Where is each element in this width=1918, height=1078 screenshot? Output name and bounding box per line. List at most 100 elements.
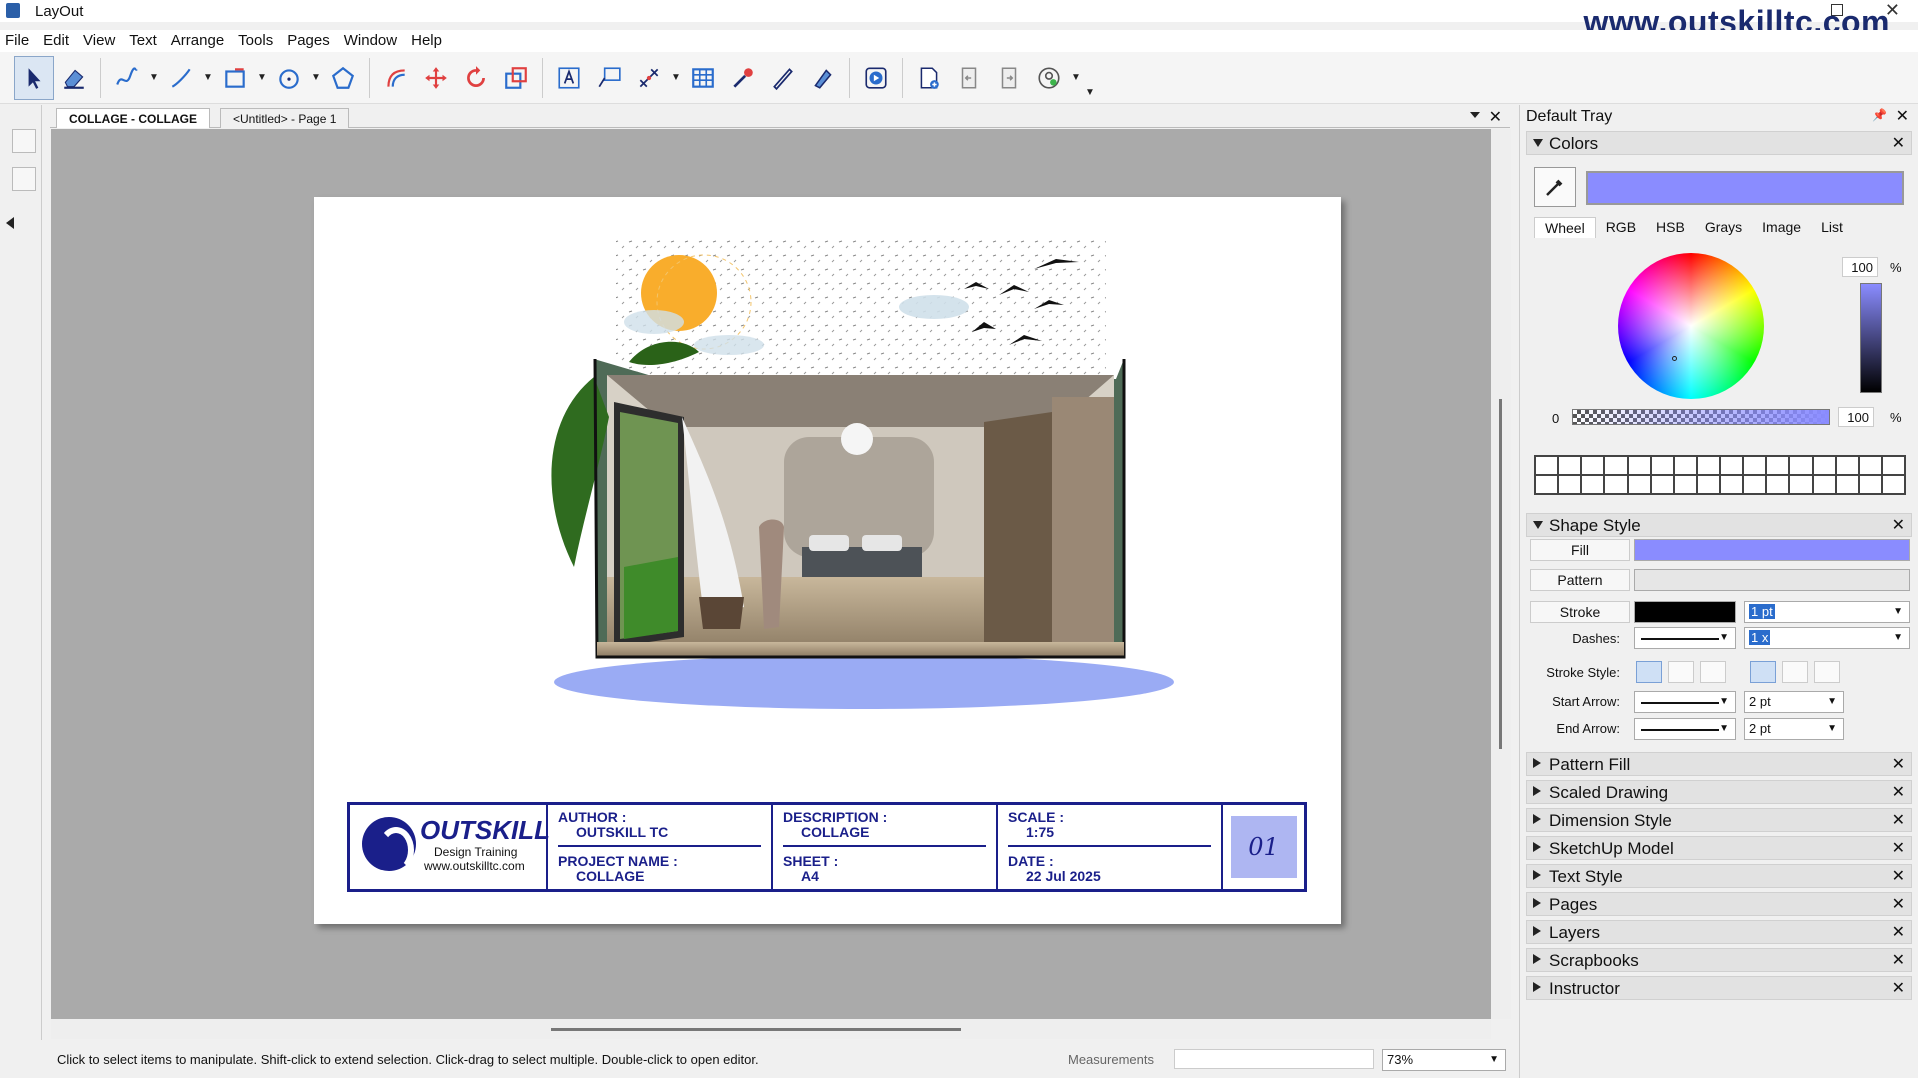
vertical-scrollbar[interactable] [1491, 129, 1511, 1019]
dimension-dropdown[interactable]: ▼ [669, 56, 683, 100]
color-swatch-cell[interactable] [1673, 475, 1697, 494]
freehand-tool-button[interactable] [107, 56, 147, 100]
previous-page-button[interactable] [949, 56, 989, 100]
panel-close-icon[interactable]: ✕ [1892, 950, 1905, 970]
color-swatch-cell[interactable] [1627, 456, 1651, 475]
cap-square-button[interactable] [1814, 661, 1840, 683]
presentation-button[interactable] [856, 56, 896, 100]
offset-tool-button[interactable] [376, 56, 416, 100]
dimension-style-panel-header[interactable]: Dimension Style ✕ [1526, 808, 1912, 832]
circle-tool-button[interactable] [269, 56, 309, 100]
line-dropdown[interactable]: ▼ [201, 56, 215, 100]
panel-close-icon[interactable]: ✕ [1892, 133, 1905, 153]
panel-close-icon[interactable]: ✕ [1892, 922, 1905, 942]
start-arrow-select[interactable]: ▼ [1634, 691, 1736, 713]
color-swatch-cell[interactable] [1581, 475, 1605, 494]
toolbar-overflow-icon[interactable]: ▼ [1083, 56, 1097, 100]
color-swatch-cell[interactable] [1858, 456, 1882, 475]
opacity-field[interactable]: 100 [1838, 407, 1874, 427]
color-swatch-cell[interactable] [1650, 475, 1674, 494]
color-swatch-cell[interactable] [1720, 475, 1744, 494]
layers-view-icon[interactable] [12, 167, 36, 191]
menu-help[interactable]: Help [404, 30, 449, 52]
menu-view[interactable]: View [76, 30, 122, 52]
menu-file[interactable]: File [0, 30, 36, 52]
colors-panel-header[interactable]: Colors ✕ [1526, 131, 1912, 155]
brightness-field[interactable]: 100 [1842, 257, 1878, 277]
move-tool-button[interactable] [416, 56, 456, 100]
rectangle-dropdown[interactable]: ▼ [255, 56, 269, 100]
panel-close-icon[interactable]: ✕ [1892, 894, 1905, 914]
current-color-swatch[interactable] [1586, 171, 1904, 205]
vertical-scroll-thumb[interactable] [1499, 399, 1502, 749]
scrapbooks-panel-header[interactable]: Scrapbooks ✕ [1526, 948, 1912, 972]
color-eyedropper-button[interactable] [1534, 167, 1576, 207]
rotate-tool-button[interactable] [456, 56, 496, 100]
dimension-tool-button[interactable] [629, 56, 669, 100]
tab-list-dropdown-icon[interactable] [1470, 112, 1480, 118]
join-bevel-button[interactable] [1700, 661, 1726, 683]
color-swatch-cell[interactable] [1558, 475, 1582, 494]
scaled-drawing-panel-header[interactable]: Scaled Drawing ✕ [1526, 780, 1912, 804]
panel-close-icon[interactable]: ✕ [1892, 782, 1905, 802]
color-swatch-cell[interactable] [1650, 456, 1674, 475]
cap-flat-button[interactable] [1750, 661, 1776, 683]
color-swatch-cell[interactable] [1720, 456, 1744, 475]
layers-panel-header[interactable]: Layers ✕ [1526, 920, 1912, 944]
color-swatch-cell[interactable] [1558, 456, 1582, 475]
panel-close-icon[interactable]: ✕ [1892, 978, 1905, 998]
panel-close-icon[interactable]: ✕ [1892, 810, 1905, 830]
color-swatch-cell[interactable] [1881, 456, 1905, 475]
label-tool-button[interactable] [589, 56, 629, 100]
color-swatch-cell[interactable] [1604, 456, 1628, 475]
pin-icon[interactable]: 📌 [1872, 108, 1887, 122]
instructor-panel-header[interactable]: Instructor ✕ [1526, 976, 1912, 1000]
fill-color-swatch[interactable] [1634, 539, 1910, 561]
opacity-slider[interactable] [1572, 409, 1830, 425]
pages-view-icon[interactable] [12, 129, 36, 153]
menu-text[interactable]: Text [122, 30, 164, 52]
color-swatch-cell[interactable] [1812, 475, 1836, 494]
menu-arrange[interactable]: Arrange [164, 30, 231, 52]
end-arrow-select[interactable]: ▼ [1634, 718, 1736, 740]
color-swatch-cell[interactable] [1743, 456, 1767, 475]
account-button[interactable] [1029, 56, 1069, 100]
join-tool-button[interactable] [803, 56, 843, 100]
color-swatch-cell[interactable] [1766, 475, 1790, 494]
collapse-left-icon[interactable] [6, 217, 14, 229]
color-swatch-cell[interactable] [1835, 475, 1859, 494]
sample-style-button[interactable] [723, 56, 763, 100]
color-swatch-cell[interactable] [1627, 475, 1651, 494]
select-tool-button[interactable] [14, 55, 54, 100]
color-swatch-cell[interactable] [1743, 475, 1767, 494]
stroke-button[interactable]: Stroke [1530, 601, 1630, 623]
account-dropdown[interactable]: ▼ [1069, 56, 1083, 100]
horizontal-scroll-thumb[interactable] [551, 1028, 961, 1031]
text-tool-button[interactable] [549, 56, 589, 100]
stroke-color-swatch[interactable] [1634, 601, 1736, 623]
tab-close-icon[interactable]: ✕ [1489, 107, 1502, 127]
tab-wheel[interactable]: Wheel [1534, 217, 1596, 238]
bedroom-collage-image[interactable] [444, 237, 1214, 797]
color-swatch-cell[interactable] [1604, 475, 1628, 494]
color-wheel[interactable] [1618, 253, 1764, 399]
tab-untitled-page[interactable]: <Untitled> - Page 1 [220, 108, 350, 128]
menu-tools[interactable]: Tools [231, 30, 280, 52]
brightness-slider[interactable] [1860, 283, 1882, 393]
panel-close-icon[interactable]: ✕ [1892, 866, 1905, 886]
menu-pages[interactable]: Pages [280, 30, 337, 52]
rectangle-tool-button[interactable] [215, 56, 255, 100]
cap-round-button[interactable] [1782, 661, 1808, 683]
color-swatch-cell[interactable] [1696, 456, 1720, 475]
menu-edit[interactable]: Edit [36, 30, 76, 52]
menu-window[interactable]: Window [337, 30, 404, 52]
panel-close-icon[interactable]: ✕ [1892, 515, 1905, 535]
paper-page[interactable]: OUTSKILL Design Training www.outskilltc.… [314, 197, 1341, 924]
pages-panel-header[interactable]: Pages ✕ [1526, 892, 1912, 916]
join-miter-button[interactable] [1636, 661, 1662, 683]
color-swatch-cell[interactable] [1535, 456, 1559, 475]
dash-scale-select[interactable]: 1 x ▼ [1744, 627, 1910, 649]
join-round-button[interactable] [1668, 661, 1694, 683]
color-swatch-grid[interactable] [1534, 455, 1906, 495]
pattern-fill-panel-header[interactable]: Pattern Fill ✕ [1526, 752, 1912, 776]
